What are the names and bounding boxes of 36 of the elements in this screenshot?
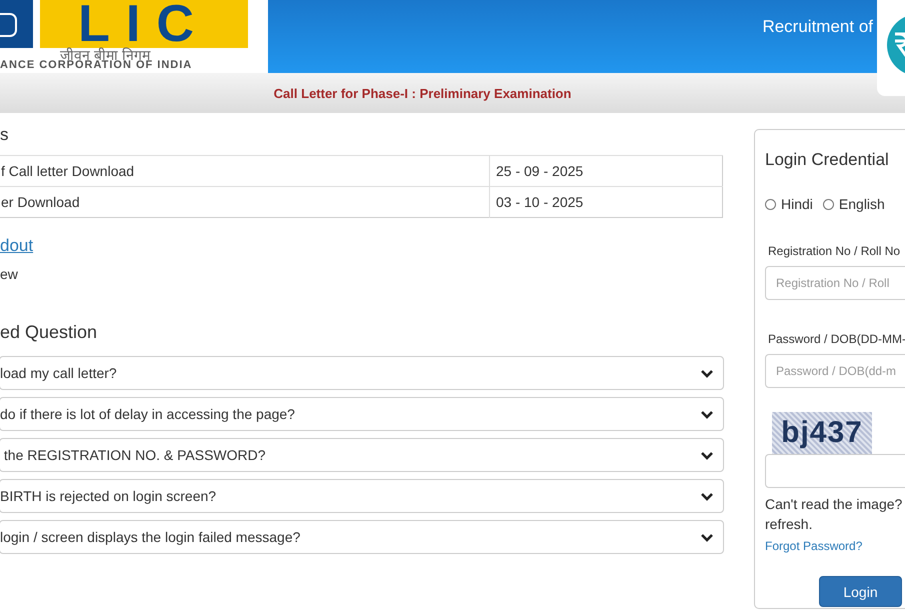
table-cell: f Call letter Download bbox=[0, 156, 490, 186]
chevron-icon bbox=[701, 410, 713, 418]
section-heading: ed Question bbox=[0, 322, 98, 344]
chevron-icon bbox=[701, 368, 713, 378]
download-link[interactable]: dout bbox=[0, 236, 34, 256]
panel-title: Login Credential bbox=[765, 150, 890, 170]
help-text: refresh. bbox=[765, 516, 814, 532]
chevron-icon bbox=[701, 492, 713, 500]
chevron-icon bbox=[701, 450, 713, 460]
help-text: Can't read the image? bbox=[765, 496, 904, 512]
faq-item[interactable]: login / screen displays the login failed message? bbox=[0, 520, 724, 554]
header-title: Recruitment of bbox=[762, 17, 874, 38]
input-field[interactable]: Registration No / Roll bbox=[765, 266, 905, 300]
faq-item[interactable]: load my call letter? bbox=[0, 356, 724, 390]
radio-icon[interactable] bbox=[765, 198, 776, 210]
faq-item[interactable]: do if there is lot of delay in accessing the page? bbox=[0, 397, 724, 431]
faq-item[interactable]: BIRTH is rejected on login screen? bbox=[0, 479, 724, 513]
login-button[interactable]: Login bbox=[819, 576, 902, 607]
page-heading: Call Letter for Phase-I : Preliminary Examination bbox=[274, 86, 572, 100]
table-cell: er Download bbox=[0, 186, 490, 218]
table-cell: 03 - 10 - 2025 bbox=[490, 186, 722, 218]
list-text: ew bbox=[0, 266, 19, 282]
field-label: Registration No / Roll No bbox=[767, 244, 902, 258]
faq-item[interactable]: the REGISTRATION NO. & PASSWORD? bbox=[0, 438, 724, 472]
chevron-icon bbox=[701, 532, 713, 542]
forgot-password-link[interactable]: Forgot Password? bbox=[765, 539, 862, 553]
logo-mark: LIC bbox=[40, 0, 248, 48]
radio-icon[interactable] bbox=[822, 198, 834, 210]
input-field[interactable]: Password / DOB(dd-m bbox=[765, 354, 905, 388]
section-heading: s bbox=[0, 125, 10, 146]
logo-tagline: ANCE CORPORATION OF INDIA bbox=[0, 59, 192, 71]
table-cell: 25 - 09 - 2025 bbox=[490, 156, 722, 186]
language-option[interactable]: English bbox=[822, 196, 885, 212]
captcha-image: bj437 bbox=[772, 412, 872, 454]
captcha-field[interactable] bbox=[765, 454, 905, 488]
language-option[interactable]: Hindi bbox=[765, 196, 813, 212]
